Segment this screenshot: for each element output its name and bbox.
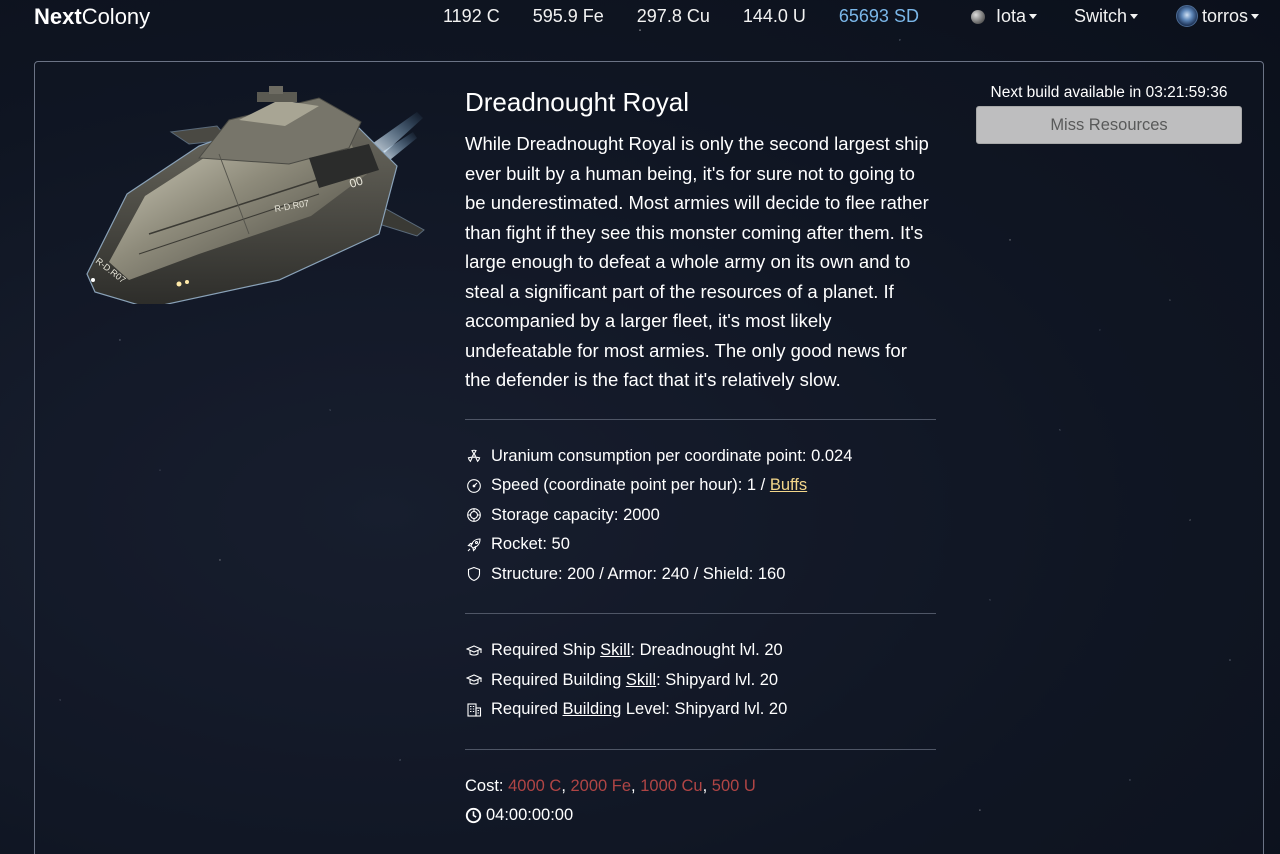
ship-image: R-D.R07 R-D.R07 00: [86, 86, 425, 304]
chevron-down-icon: [1130, 14, 1139, 19]
build-panel: Next build available in 03:21:59:36 Miss…: [976, 84, 1242, 144]
rocket-icon: [465, 536, 483, 554]
radiation-icon: [465, 447, 483, 465]
storage-icon: [465, 506, 483, 524]
ship-title: Dreadnought Royal: [465, 87, 690, 117]
cost-iron: 2000 Fe: [570, 776, 632, 795]
speed-text: Speed (coordinate point per hour): 1 /: [491, 476, 770, 494]
divider: [465, 748, 936, 750]
copper-amount: 297.8 Cu: [636, 6, 710, 26]
cost-copper: 1000 Cu: [640, 776, 703, 795]
required-building-level-row: Required Building Level: Shipyard lvl. 2…: [465, 695, 936, 725]
building-link[interactable]: Building: [563, 695, 622, 725]
speed-row: Speed (coordinate point per hour): 1 / B…: [465, 471, 936, 501]
cost-coal: 4000 C: [508, 776, 562, 795]
divider: [465, 418, 936, 420]
cost-separator: ,: [702, 776, 712, 795]
cost-separator: ,: [631, 776, 641, 795]
cost-label: Cost:: [465, 776, 509, 795]
required-ship-skill-prefix: Required Ship: [491, 641, 601, 659]
resource-bar: 1192 C 595.9 Fe 297.8 Cu 144.0 U 65693 S…: [443, 6, 919, 27]
graduation-cap-icon: [465, 671, 483, 689]
planet-name: Iota: [996, 6, 1027, 26]
planet-dropdown[interactable]: Iota: [971, 6, 1038, 27]
storage-row: Storage capacity: 2000: [465, 501, 936, 531]
rocket-row: Rocket: 50: [465, 530, 936, 560]
clock-icon: [465, 807, 482, 824]
avatar: [1176, 4, 1198, 27]
chevron-down-icon: [1029, 14, 1038, 19]
build-time-row: 04:00:00:00: [465, 801, 936, 831]
defense-text: Structure: 200 / Armor: 240 / Shield: 16…: [491, 564, 786, 583]
defense-row: Structure: 200 / Armor: 240 / Shield: 16…: [465, 560, 936, 590]
brand-bold: Next: [34, 4, 82, 29]
ship-detail-card: R-D.R07 R-D.R07 00 Dreadnought Royal Whi…: [34, 61, 1264, 854]
cost-row: Cost: 4000 C, 2000 Fe, 1000 Cu, 500 U: [465, 772, 936, 802]
required-building-skill-value: : Shipyard lvl. 20: [656, 670, 779, 689]
user-dropdown[interactable]: torros: [1176, 4, 1260, 27]
brand-logo[interactable]: NextColony: [34, 4, 150, 30]
username: torros: [1202, 6, 1249, 26]
next-build-timer: Next build available in 03:21:59:36: [990, 84, 1228, 101]
rocket-text: Rocket: 50: [491, 535, 570, 553]
cost-uranium: 500 U: [711, 776, 756, 795]
required-building-skill-prefix: Required Building: [491, 670, 626, 689]
speedometer-icon: [465, 477, 483, 495]
buffs-link[interactable]: Buffs: [770, 471, 807, 501]
uranium-consumption-text: Uranium consumption per coordinate point…: [491, 446, 853, 465]
required-building-level-value: Level: Shipyard lvl. 20: [621, 700, 788, 718]
uranium-amount: 144.0 U: [742, 6, 806, 26]
building-skill-link[interactable]: Skill: [626, 666, 656, 696]
divider: [465, 613, 936, 614]
ship-skill-link[interactable]: Skill: [600, 636, 630, 666]
switch-dropdown[interactable]: Switch: [1074, 6, 1139, 27]
building-icon: [465, 701, 483, 719]
required-ship-skill-value: : Dreadnought lvl. 20: [630, 641, 783, 659]
miss-resources-button[interactable]: Miss Resources: [976, 106, 1242, 144]
brand-light: Colony: [81, 4, 151, 29]
stardust-amount[interactable]: 65693 SD: [839, 6, 919, 27]
chevron-down-icon: [1251, 14, 1260, 19]
iron-amount: 595.9 Fe: [532, 6, 604, 26]
uranium-consumption-row: Uranium consumption per coordinate point…: [465, 442, 936, 472]
storage-text: Storage capacity: 2000: [491, 505, 660, 524]
top-navbar: NextColony 1192 C 595.9 Fe 297.8 Cu 144.…: [0, 0, 1280, 34]
build-time-text: 04:00:00:00: [486, 806, 574, 824]
required-building-skill-row: Required Building Skill : Shipyard lvl. …: [465, 666, 936, 696]
ship-description: While Dreadnought Royal is only the seco…: [465, 133, 929, 390]
ship-info: Dreadnought Royal While Dreadnought Roya…: [465, 86, 936, 831]
cost-separator: ,: [561, 776, 571, 795]
graduation-cap-icon: [465, 642, 483, 660]
switch-label: Switch: [1074, 6, 1128, 26]
planet-icon: [971, 9, 985, 24]
required-building-level-prefix: Required: [491, 700, 563, 718]
coal-amount: 1192 C: [443, 6, 500, 26]
required-ship-skill-row: Required Ship Skill : Dreadnought lvl. 2…: [465, 636, 936, 666]
shield-icon: [465, 565, 483, 583]
